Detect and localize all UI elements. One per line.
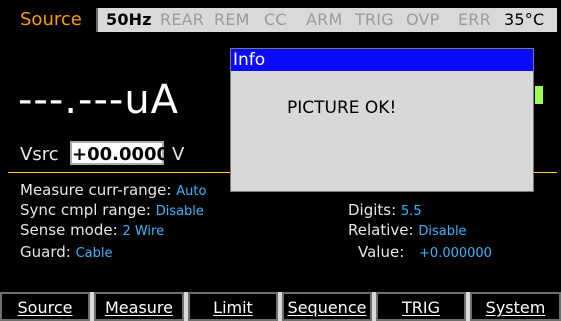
param-measure-curr-range[interactable]: Measure curr-range: Auto: [20, 181, 206, 201]
param-label: Value:: [358, 243, 405, 261]
param-label: Sense mode:: [20, 221, 118, 239]
status-bar: Source 50Hz REAR REM CC ARM TRIG OVP ERR…: [8, 4, 557, 34]
param-value: Disable: [418, 224, 467, 239]
param-label: Measure curr-range:: [20, 181, 172, 199]
status-rem: REM: [214, 10, 250, 29]
param-value: +0.000000: [419, 246, 492, 261]
status-ovp: OVP: [406, 10, 440, 29]
vsrc-value-field[interactable]: +00.0000: [70, 141, 169, 165]
param-guard[interactable]: Guard: Cable: [20, 243, 113, 263]
tab-limit[interactable]: Limit: [188, 292, 278, 321]
param-value: 2 Wire: [122, 224, 165, 239]
tab-source[interactable]: Source: [0, 292, 90, 321]
status-rear: REAR: [160, 10, 205, 29]
temperature-readout: 35°C: [504, 10, 545, 29]
tab-measure[interactable]: Measure: [94, 292, 184, 321]
param-value: 5.5: [400, 204, 422, 219]
status-strip: 50Hz REAR REM CC ARM TRIG OVP ERR 35°C: [98, 8, 557, 32]
tab-trig[interactable]: TRIG: [376, 292, 466, 321]
param-digits[interactable]: Digits: 5.5: [348, 201, 422, 221]
param-sense-mode[interactable]: Sense mode: 2 Wire: [20, 221, 164, 241]
status-50hz: 50Hz: [106, 10, 152, 29]
vsrc-label: Vsrc: [20, 144, 59, 165]
source-tab[interactable]: Source: [12, 8, 98, 32]
param-value-field[interactable]: Value: +0.000000: [358, 243, 492, 263]
param-label: Digits:: [348, 201, 397, 219]
status-cc: CC: [264, 10, 287, 29]
output-indicator: [535, 86, 543, 104]
instrument-screen: Source 50Hz REAR REM CC ARM TRIG OVP ERR…: [0, 0, 561, 321]
param-label: Sync cmpl range:: [20, 201, 151, 219]
main-readout: ---.---uA: [18, 77, 180, 123]
tab-system[interactable]: System: [470, 292, 561, 321]
tab-sequence[interactable]: Sequence: [282, 292, 372, 321]
param-value: Cable: [75, 246, 113, 261]
param-relative[interactable]: Relative: Disable: [348, 221, 467, 241]
dialog-title: Info: [231, 49, 533, 71]
param-value: Auto: [176, 184, 207, 199]
param-sync-cmpl-range[interactable]: Sync cmpl range: Disable: [20, 201, 204, 221]
param-value: Disable: [155, 204, 204, 219]
status-arm: ARM: [306, 10, 343, 29]
vsrc-unit: V: [172, 144, 185, 165]
param-label: Guard:: [20, 243, 71, 261]
status-trig: TRIG: [355, 10, 394, 29]
dialog-message: PICTURE OK!: [287, 98, 397, 118]
status-err: ERR: [458, 10, 491, 29]
param-label: Relative:: [348, 221, 414, 239]
info-dialog[interactable]: Info PICTURE OK!: [230, 48, 534, 192]
